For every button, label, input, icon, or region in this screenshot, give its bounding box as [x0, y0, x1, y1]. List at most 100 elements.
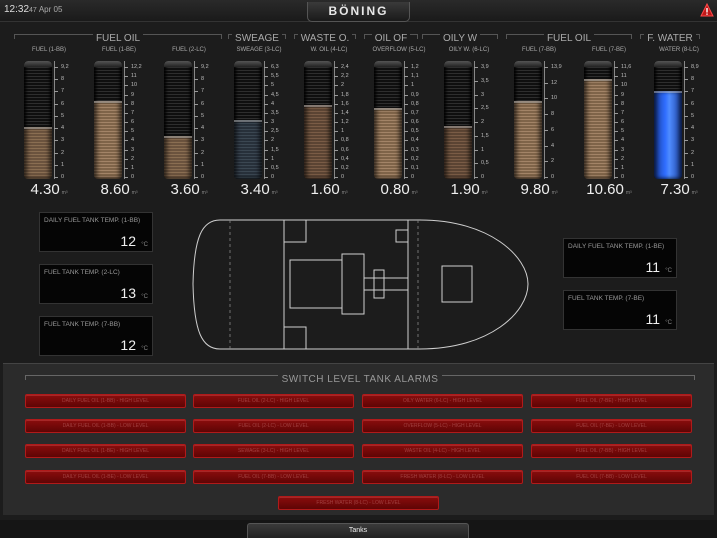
- scale-label: 3: [61, 137, 65, 144]
- alarm-indicator[interactable]: FUEL OIL (7-BB) - LOW LEVEL: [531, 470, 692, 484]
- scale-label: 9: [621, 91, 625, 98]
- tank-unit: m³: [201, 190, 208, 196]
- temp-value: 12: [120, 337, 136, 353]
- alarm-indicator[interactable]: WASTE OIL (4-LC) - HIGH LEVEL: [362, 444, 523, 458]
- group-oily-water: OILY W: [422, 28, 498, 44]
- scale-label: 5: [271, 82, 275, 89]
- alarm-indicator[interactable]: OILY WATER (6-LC) - HIGH LEVEL: [362, 394, 523, 408]
- scale-label: 11: [621, 73, 627, 80]
- scale-label: 0: [411, 174, 415, 180]
- tank-value: 9.80: [520, 181, 550, 198]
- tank-value: 1.60: [310, 181, 340, 198]
- scale-label: 3: [131, 146, 135, 153]
- scale-label: 4: [691, 125, 695, 132]
- scale-label: 1: [621, 164, 625, 171]
- scale-label: 8: [691, 76, 695, 83]
- alarm-indicator[interactable]: DAILY FUEL OIL (1-BB) - HIGH LEVEL: [25, 394, 186, 408]
- tank-tube: [514, 61, 542, 179]
- tank-value: 3.40: [240, 181, 270, 198]
- switch-level-alarms-panel: SWITCH LEVEL TANK ALARMS DAILY FUEL OIL …: [3, 363, 714, 515]
- alarm-indicator[interactable]: FUEL OIL (2-LC) - LOW LEVEL: [193, 419, 354, 433]
- tank-level-fill: [444, 126, 472, 179]
- scale-label: 7: [131, 109, 135, 116]
- scale-label: 8: [201, 76, 205, 83]
- scale-label: 7: [61, 88, 65, 95]
- group-fresh-water: F. WATER: [640, 28, 700, 44]
- scale-label: 3,9: [481, 64, 489, 70]
- scale-label: 1: [691, 161, 695, 168]
- temp-unit: °C: [141, 294, 148, 300]
- scale-label: 7: [201, 88, 205, 95]
- scale-label: 10: [131, 82, 138, 89]
- tank-unit: m³: [691, 190, 698, 196]
- scale-label: 2: [201, 149, 205, 156]
- temp-daily-fuel-1bb: DAILY FUEL TANK TEMP. (1-BB) 12 °C: [39, 212, 153, 252]
- alarm-indicator[interactable]: FUEL OIL (7-BB) - HIGH LEVEL: [531, 444, 692, 458]
- tank-volume: 1.60 m³: [294, 181, 364, 199]
- tank-gauge: FUEL (7-BB) 13,9 12 10 8 6 4 2 0 9.80 m³: [504, 47, 574, 205]
- tank-scale: 8,9 8 7 6 5 4 3 2 1 0: [684, 61, 714, 180]
- scale-label: 3: [201, 137, 205, 144]
- scale-label: 0: [271, 174, 275, 180]
- group-waste-oil: WASTE O.: [294, 28, 356, 44]
- tank-volume: 9.80 m³: [504, 181, 574, 199]
- warning-triangle-icon[interactable]: [700, 3, 714, 17]
- alarm-indicator[interactable]: FUEL OIL (7-BE) - HIGH LEVEL: [531, 394, 692, 408]
- scale-label: 7: [691, 88, 695, 95]
- alarm-indicator[interactable]: DAILY FUEL OIL (1-BE) - HIGH LEVEL: [25, 444, 186, 458]
- tank-name: WATER (8-LC): [659, 47, 699, 53]
- scale-label: 5: [621, 128, 625, 135]
- tank-tube: [654, 61, 682, 179]
- scale-label: 0,8: [411, 100, 419, 107]
- tank-tube: [94, 61, 122, 179]
- scale-label: 2: [551, 158, 555, 165]
- scale-label: 0: [621, 174, 625, 180]
- scale-label: 9: [131, 91, 135, 98]
- scale-label: 6,3: [271, 64, 279, 70]
- group-oil-of: OIL OF: [364, 28, 418, 44]
- tank-name: W. OIL (4-LC): [310, 47, 348, 53]
- tank-level-fill: [164, 136, 192, 179]
- scale-label: 8: [621, 100, 625, 107]
- temp-label: FUEL TANK TEMP. (2-LC): [44, 269, 120, 276]
- scale-label: 6: [551, 126, 555, 133]
- scale-label: 0: [551, 174, 555, 180]
- tank-name: OILY W. (6-LC): [448, 47, 490, 53]
- tank-tube: [304, 61, 332, 179]
- scale-label: 0: [201, 174, 205, 180]
- scale-label: 6: [131, 119, 135, 125]
- scale-label: 8,9: [691, 64, 699, 70]
- scale-label: 4: [201, 125, 205, 132]
- tank-volume: 4.30 m³: [14, 181, 84, 199]
- scale-label: 0,5: [271, 164, 279, 171]
- alarm-indicator[interactable]: FUEL OIL (2-LC) - HIGH LEVEL: [193, 394, 354, 408]
- clock-time: 12:32: [4, 4, 30, 15]
- scale-label: 1,2: [411, 64, 419, 70]
- tank-gauge: OVERFLOW (5-LC) 1,2 1,1 1 0,9 0,8 0,7 0,6 0,5 0,4…: [364, 47, 434, 205]
- scale-label: 3,5: [481, 77, 489, 84]
- alarm-indicator[interactable]: FRESH WATER (8-LC) - LOW LEVEL: [362, 470, 523, 484]
- tank-tube: [584, 61, 612, 179]
- scale-label: 0,2: [411, 155, 419, 162]
- scale-label: 3: [621, 146, 625, 153]
- alarm-indicator[interactable]: DAILY FUEL OIL (1-BB) - LOW LEVEL: [25, 419, 186, 433]
- alarm-indicator[interactable]: SEWAGE (3-LC) - HIGH LEVEL: [193, 444, 354, 458]
- scale-label: 5: [61, 112, 65, 119]
- tank-gauge: SWEAGE (3-LC) 6,3 5,5 5 4,5 4 3,5 3 2,5 2 1,5 1 0,5 0…: [224, 47, 294, 205]
- temp-label: DAILY FUEL TANK TEMP. (1-BB): [44, 217, 141, 224]
- alarm-indicator[interactable]: FUEL OIL (7-BB) - LOW LEVEL: [193, 470, 354, 484]
- alarm-indicator[interactable]: OVERFLOW (5-LC) - HIGH LEVEL: [362, 419, 523, 433]
- alarm-indicator[interactable]: DAILY FUEL OIL (1-BE) - LOW LEVEL: [25, 470, 186, 484]
- alarm-indicator[interactable]: FUEL OIL (7-BE) - LOW LEVEL: [531, 419, 692, 433]
- group-fuel-oil-1: FUEL OIL: [14, 28, 222, 44]
- alarm-indicator[interactable]: FRESH WATER (8-LC) - LOW LEVEL: [278, 496, 439, 510]
- scale-label: 0,5: [411, 128, 419, 135]
- tank-value: 4.30: [30, 181, 60, 198]
- tab-tanks[interactable]: Tanks: [247, 523, 469, 538]
- temp-unit: °C: [141, 346, 148, 352]
- scale-label: 2,5: [271, 128, 279, 135]
- scale-label: 0,1: [411, 164, 419, 171]
- scale-label: 0,9: [411, 91, 419, 98]
- scale-label: 0: [481, 174, 485, 180]
- scale-label: 2,5: [481, 105, 489, 112]
